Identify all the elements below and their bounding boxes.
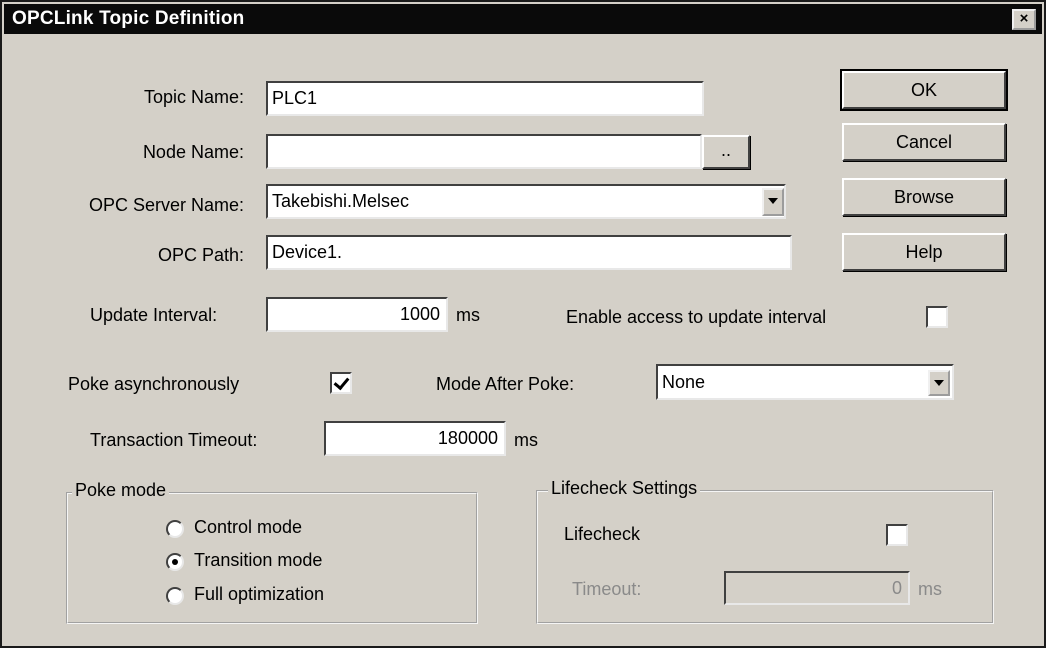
opclink-topic-dialog: OPCLink Topic Definition × Topic Name: P…: [0, 0, 1046, 648]
close-button[interactable]: ×: [1012, 9, 1036, 30]
opc-path-input[interactable]: Device1.: [266, 235, 792, 270]
transaction-timeout-unit: ms: [514, 430, 538, 450]
enable-access-checkbox[interactable]: [926, 306, 948, 328]
node-name-input[interactable]: [266, 134, 702, 169]
lifecheck-label: Lifecheck: [564, 524, 641, 544]
lifecheck-checkbox[interactable]: [886, 524, 908, 546]
ok-button[interactable]: OK: [840, 69, 1008, 111]
poke-mode-title: Poke mode: [72, 480, 170, 501]
transaction-timeout-label: Transaction Timeout:: [90, 430, 258, 450]
full-optimization-label: Full optimization: [194, 584, 325, 604]
lifecheck-timeout-input[interactable]: 0: [724, 571, 910, 605]
control-mode-label: Control mode: [194, 517, 303, 537]
lifecheck-timeout-label: Timeout:: [572, 579, 642, 599]
mode-after-poke-label: Mode After Poke:: [436, 374, 575, 394]
full-optimization-radio[interactable]: [166, 587, 184, 605]
opc-server-dropdown-arrow[interactable]: [762, 188, 784, 216]
update-interval-unit: ms: [456, 305, 480, 325]
close-icon: ×: [1019, 10, 1029, 27]
opc-path-label: OPC Path:: [157, 245, 244, 265]
update-interval-input[interactable]: 1000: [266, 297, 448, 332]
mode-after-poke-select[interactable]: None: [656, 364, 954, 400]
transition-mode-radio[interactable]: [166, 553, 184, 571]
node-browse-button[interactable]: ..: [702, 135, 750, 169]
poke-async-checkbox[interactable]: [330, 372, 352, 394]
browse-button[interactable]: Browse: [842, 178, 1006, 216]
control-mode-radio[interactable]: [166, 520, 184, 538]
enable-access-label: Enable access to update interval: [566, 307, 827, 327]
opc-server-name-select[interactable]: Takebishi.Melsec: [266, 184, 786, 219]
help-button[interactable]: Help: [842, 233, 1006, 271]
transition-mode-label: Transition mode: [194, 550, 323, 570]
title-bar[interactable]: OPCLink Topic Definition ×: [4, 4, 1042, 34]
poke-async-label: Poke asynchronously: [68, 374, 240, 394]
topic-name-input[interactable]: PLC1: [266, 81, 704, 116]
lifecheck-timeout-unit: ms: [918, 579, 942, 599]
topic-name-label: Topic Name:: [143, 87, 244, 107]
node-name-label: Node Name:: [142, 142, 244, 162]
transaction-timeout-input[interactable]: 180000: [324, 421, 506, 456]
cancel-button[interactable]: Cancel: [842, 123, 1006, 161]
opc-server-name-label: OPC Server Name:: [88, 195, 244, 215]
mode-after-poke-dropdown-arrow[interactable]: [928, 370, 950, 396]
window-title: OPCLink Topic Definition: [12, 8, 245, 29]
lifecheck-title: Lifecheck Settings: [548, 478, 701, 499]
update-interval-label: Update Interval:: [90, 305, 218, 325]
